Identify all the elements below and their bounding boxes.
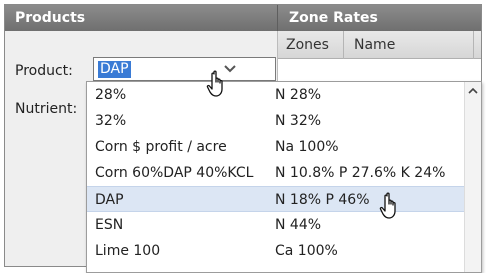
nutrient-label: Nutrient: (15, 101, 78, 117)
dropdown-item-name: 28% (95, 87, 127, 103)
dropdown-item-nutrients: N 10.8% P 27.6% K 24% (275, 165, 446, 181)
dropdown-item[interactable]: Corn 60%DAP 40%KCL N 10.8% P 27.6% K 24% (87, 160, 465, 186)
dropdown-item-name: Lime 100 (95, 243, 161, 259)
dropdown-item[interactable]: Lime 100 Ca 100% (87, 238, 465, 264)
dropdown-item-name: 32% (95, 113, 127, 129)
hand-pointer-icon (379, 192, 396, 219)
dropdown-item-name: Corn 60%DAP 40%KCL (95, 165, 254, 181)
column-header-name[interactable]: Name (344, 31, 474, 59)
dropdown-item[interactable]: 32% N 32% (87, 108, 465, 134)
dropdown-item-nutrients: Ca 100% (275, 243, 338, 259)
dropdown-item-nutrients: N 18% P 46% (275, 192, 370, 208)
dropdown-item-name: Corn $ profit / acre (95, 139, 227, 155)
dropdown-item[interactable]: ESN N 44% (87, 212, 465, 238)
product-label: Product: (15, 63, 73, 79)
zone-rates-panel-header: Zone Rates (277, 5, 481, 31)
product-dropdown-list[interactable]: 28% N 28% 32% N 32% Corn $ profit / acre… (86, 81, 482, 273)
product-combobox[interactable]: DAP (93, 57, 276, 81)
hand-pointer-icon (206, 70, 223, 97)
products-panel-header: Products (5, 5, 277, 31)
scroll-up-arrow-icon[interactable] (468, 87, 478, 95)
product-combobox-value: DAP (98, 61, 131, 78)
dropdown-scrollbar[interactable] (464, 82, 481, 272)
dropdown-item-name: DAP (95, 192, 124, 208)
dropdown-item-name: ESN (95, 217, 124, 233)
dropdown-item-selected[interactable]: DAP N 18% P 46% (87, 186, 465, 212)
zone-grid-header: Zones Name (278, 31, 481, 59)
dropdown-item[interactable]: 28% N 28% (87, 82, 465, 108)
dropdown-item-nutrients: N 28% (275, 87, 322, 103)
dropdown-item[interactable]: Corn $ profit / acre Na 100% (87, 134, 465, 160)
dropdown-item-nutrients: Na 100% (275, 139, 339, 155)
column-header-zones[interactable]: Zones (278, 31, 344, 59)
dropdown-item-nutrients: N 44% (275, 217, 322, 233)
dropdown-item-nutrients: N 32% (275, 113, 322, 129)
